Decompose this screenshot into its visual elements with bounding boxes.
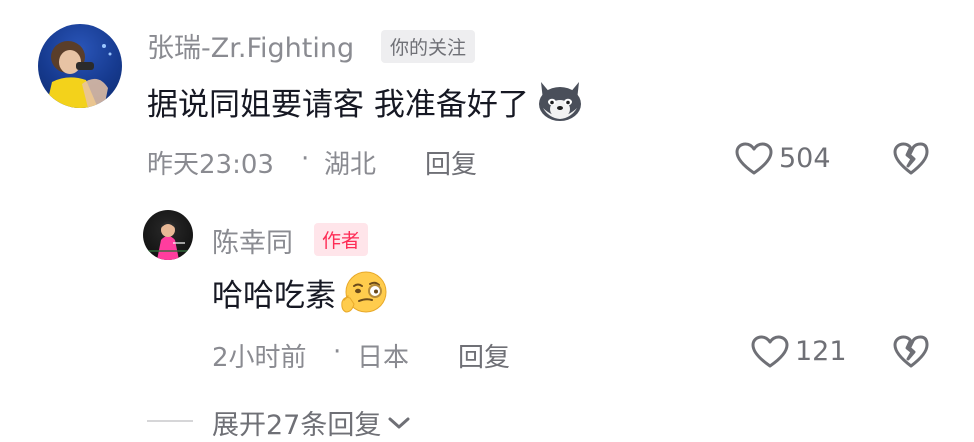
comment-like-count: 504 xyxy=(779,143,831,174)
follow-tag: 你的关注 xyxy=(381,30,476,63)
author-tag: 作者 xyxy=(314,223,369,256)
chevron-down-icon xyxy=(387,415,411,431)
reply-like-count: 121 xyxy=(795,336,847,367)
comment-location: 湖北 xyxy=(324,150,377,180)
reply-like-button[interactable] xyxy=(751,335,789,373)
reply-reply-button[interactable]: 回复 xyxy=(458,337,510,374)
reply-username[interactable]: 陈幸同 xyxy=(212,221,293,260)
expand-replies-button[interactable]: 展开27条回复 xyxy=(212,403,411,442)
thinking-nerd-emoji-icon xyxy=(338,268,390,316)
commenter-username[interactable]: 张瑞-Zr.Fighting xyxy=(147,26,354,65)
commenter-avatar[interactable] xyxy=(38,24,122,108)
comment-meta-dot: · xyxy=(301,144,310,174)
heart-outline-icon xyxy=(751,335,789,369)
comment-like-button[interactable] xyxy=(735,142,773,176)
broken-heart-icon xyxy=(893,335,929,369)
comment-reply-button[interactable]: 回复 xyxy=(425,144,477,181)
comment-content: 据说同姐要请客 我准备好了 xyxy=(147,78,585,124)
reply-meta-dot: · xyxy=(333,337,342,367)
reply-location: 日本 xyxy=(357,343,410,373)
reply-content: 哈哈吃素 xyxy=(212,268,390,316)
reply-dislike-button[interactable] xyxy=(893,335,929,369)
comment-dislike-button[interactable] xyxy=(893,142,929,176)
heart-outline-icon xyxy=(735,142,773,176)
broken-heart-icon xyxy=(893,142,929,176)
husky-emoji-icon xyxy=(535,78,585,124)
comment-text: 据说同姐要请客 我准备好了 xyxy=(147,86,529,123)
reply-text: 哈哈吃素 xyxy=(212,277,336,314)
expand-replies-label: 展开27条回复 xyxy=(212,410,382,441)
expand-divider-line xyxy=(147,420,193,422)
reply-avatar[interactable] xyxy=(143,210,193,260)
comment-time: 昨天23:03 xyxy=(147,150,274,180)
reply-time: 2小时前 xyxy=(212,343,307,373)
